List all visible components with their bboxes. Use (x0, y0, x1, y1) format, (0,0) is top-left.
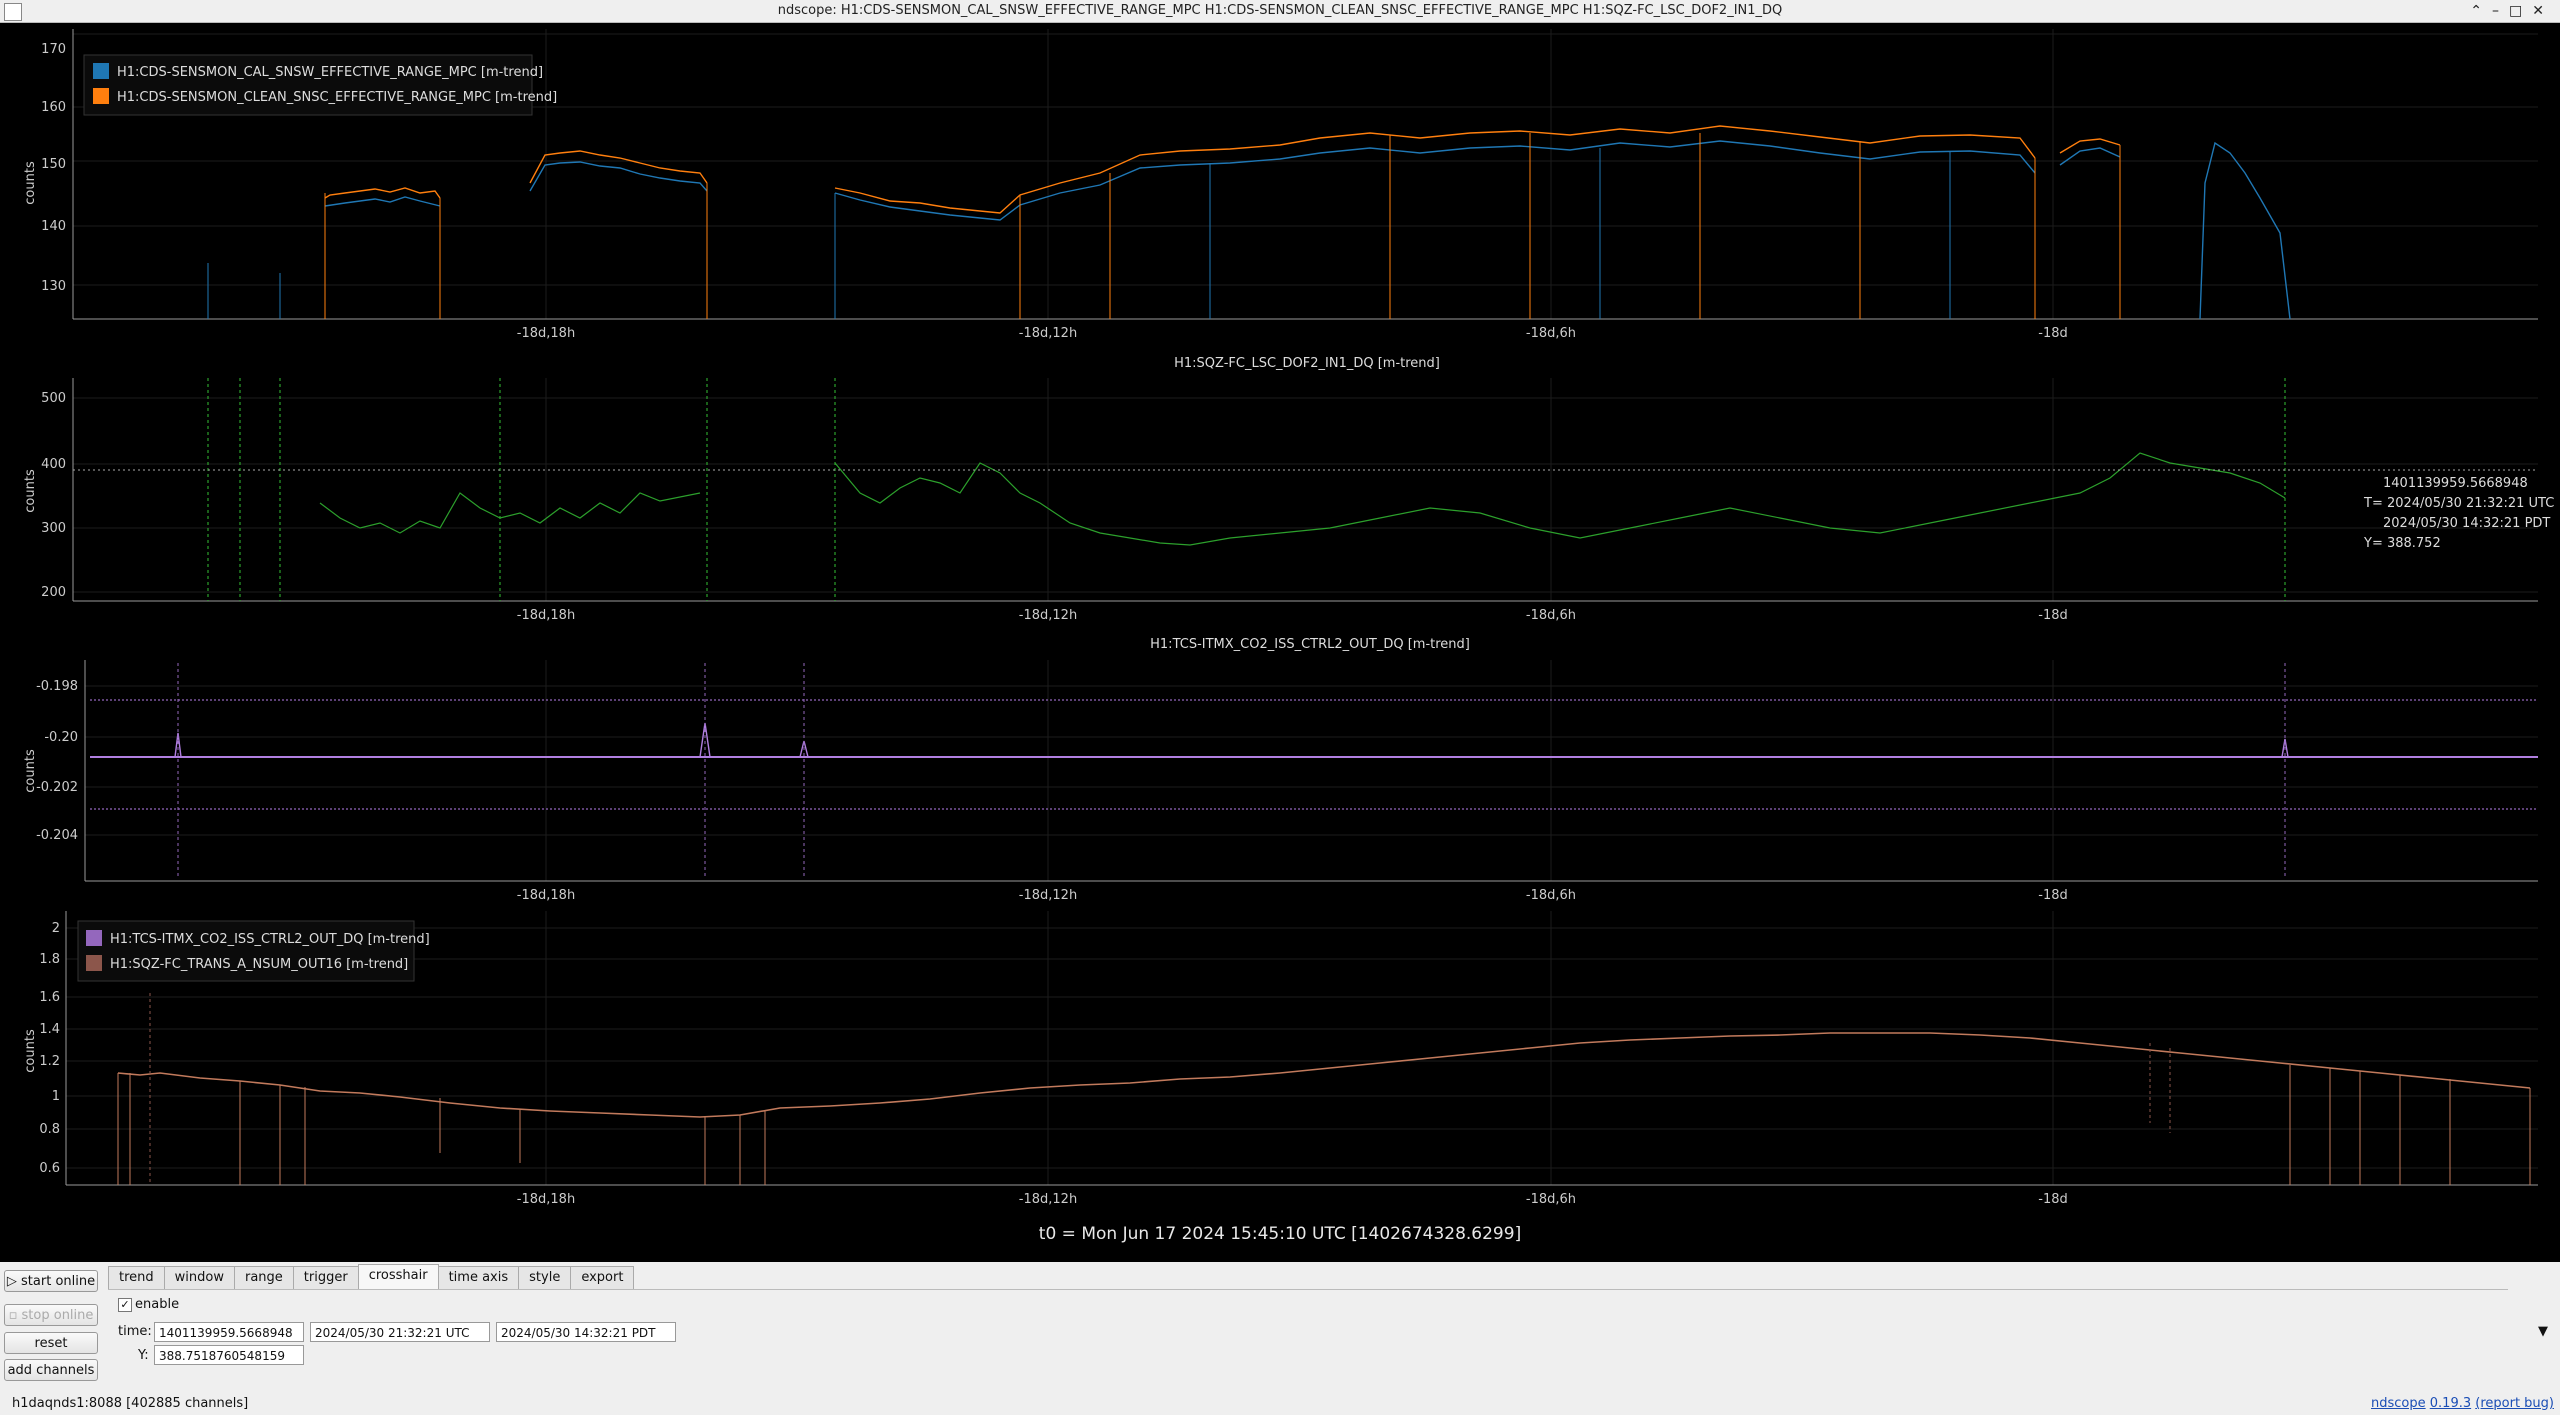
plot4-xtick: -18d,6h (1526, 1192, 1576, 1207)
legend-entry: H1:CDS-SENSMON_CLEAN_SNSC_EFFECTIVE_RANG… (117, 90, 557, 105)
version-info: ndscope 0.19.3 (report bug) (2371, 1396, 2554, 1411)
version-link[interactable]: 0.19.3 (2430, 1396, 2471, 1411)
legend-swatch (93, 63, 109, 79)
y-label: Y: (138, 1348, 149, 1363)
crosshair-panel: ✓ enable time: 1401139959.5668948 2024/0… (108, 1289, 2508, 1390)
control-panel: ▷ start online ▫ stop online reset add c… (0, 1262, 2560, 1415)
svg-text:T= 2024/05/30 21:32:21 UTC: T= 2024/05/30 21:32:21 UTC (2363, 496, 2554, 511)
enable-checkbox[interactable]: ✓ (118, 1298, 132, 1312)
maximize-icon[interactable]: □ (2509, 3, 2532, 19)
plot1-ytick: 170 (41, 42, 66, 57)
plot1-xtick: -18d,18h (517, 326, 575, 341)
plot4-ytick: 1 (52, 1089, 60, 1104)
plot3-xtick: -18d,18h (517, 888, 575, 903)
plot2-ylabel: counts (23, 469, 38, 513)
svg-text:Y= 388.752: Y= 388.752 (2363, 536, 2441, 551)
tab-trend[interactable]: trend (108, 1266, 165, 1289)
tab-window[interactable]: window (163, 1266, 235, 1289)
plot4-ytick: 1.2 (39, 1054, 60, 1069)
plot3-xtick: -18d,12h (1019, 888, 1077, 903)
plot2-xtick: -18d,12h (1019, 608, 1077, 623)
plot4-xtick: -18d,18h (517, 1192, 575, 1207)
tab-crosshair[interactable]: crosshair (357, 1264, 439, 1289)
plot4-ytick: 1.4 (39, 1022, 60, 1037)
stop-icon: ▫ (8, 1308, 22, 1323)
enable-label: enable (135, 1297, 180, 1312)
plot3-ytick: -0.202 (36, 780, 78, 795)
plot3-ytick: -0.20 (44, 730, 78, 745)
plot4-ytick: 1.6 (39, 990, 60, 1005)
tab-style[interactable]: style (518, 1266, 572, 1289)
plot1-xtick: -18d (2038, 326, 2068, 341)
plot4-ytick: 0.8 (39, 1122, 60, 1137)
status-server: h1daqnds1:8088 [402885 channels] (12, 1396, 249, 1411)
window-title: ndscope: H1:CDS-SENSMON_CAL_SNSW_EFFECTI… (777, 3, 1783, 18)
utc-time-field[interactable]: 2024/05/30 21:32:21 UTC (310, 1322, 490, 1342)
panel-collapse-icon[interactable]: ▼ (2538, 1324, 2548, 1339)
legend-swatch (86, 930, 102, 946)
report-bug-link[interactable]: (report bug) (2475, 1396, 2554, 1411)
minimize-icon[interactable]: – (2492, 3, 2509, 19)
plot2-xtick: -18d,6h (1526, 608, 1576, 623)
window-controls: ⌃–□✕ (2470, 0, 2554, 22)
plot1-ytick: 160 (41, 100, 66, 115)
play-icon: ▷ (6, 1274, 22, 1289)
plot2-ytick: 500 (41, 391, 66, 406)
plot1-ytick: 140 (41, 219, 66, 234)
app-icon (4, 3, 22, 21)
plot3-xtick: -18d,6h (1526, 888, 1576, 903)
plot2-ytick: 200 (41, 585, 66, 600)
tab-range[interactable]: range (233, 1266, 294, 1289)
stop-online-button[interactable]: ▫ stop online (4, 1304, 98, 1326)
plot4-xtick: -18d,12h (1019, 1192, 1077, 1207)
tab-export[interactable]: export (570, 1266, 635, 1289)
plot1-xtick: -18d,12h (1019, 326, 1077, 341)
pdt-time-field[interactable]: 2024/05/30 14:32:21 PDT (496, 1322, 676, 1342)
plot4-ylabel: counts (23, 1029, 38, 1073)
plot4-ytick: 0.6 (39, 1161, 60, 1176)
time-label: time: (118, 1324, 152, 1339)
plot2-xtick: -18d (2038, 608, 2068, 623)
legend-swatch (93, 88, 109, 104)
plot3-title: H1:TCS-ITMX_CO2_ISS_CTRL2_OUT_DQ [m-tren… (1150, 637, 1470, 652)
t0-label: t0 = Mon Jun 17 2024 15:45:10 UTC [14026… (1038, 1224, 1522, 1244)
plot1-xtick: -18d,6h (1526, 326, 1576, 341)
tab-trigger[interactable]: trigger (292, 1266, 359, 1289)
plot2-ytick: 300 (41, 521, 66, 536)
add-channels-button[interactable]: add channels (4, 1359, 98, 1381)
reset-button[interactable]: reset (4, 1332, 98, 1354)
legend-entry: H1:CDS-SENSMON_CAL_SNSW_EFFECTIVE_RANGE_… (117, 65, 543, 80)
plot4-xtick: -18d (2038, 1192, 2068, 1207)
plot4-ytick: 1.8 (39, 952, 60, 967)
tab-time-axis[interactable]: time axis (437, 1266, 520, 1289)
plot3-ytick: -0.198 (36, 679, 78, 694)
plot3-ytick: -0.204 (36, 828, 78, 843)
plot4-legend[interactable]: H1:TCS-ITMX_CO2_ISS_CTRL2_OUT_DQ [m-tren… (77, 920, 430, 982)
plot1-ytick: 150 (41, 157, 66, 172)
ndscope-link[interactable]: ndscope (2371, 1396, 2426, 1411)
plot2-ytick: 400 (41, 457, 66, 472)
plot-1[interactable]: 170 160 150 140 130 counts -18d,18h -18d… (23, 29, 2538, 341)
plot3-xtick: -18d (2038, 888, 2068, 903)
legend-swatch (86, 955, 102, 971)
plot1-legend[interactable]: H1:CDS-SENSMON_CAL_SNSW_EFFECTIVE_RANGE_… (83, 54, 557, 116)
close-icon[interactable]: ✕ (2532, 3, 2554, 19)
legend-entry: H1:TCS-ITMX_CO2_ISS_CTRL2_OUT_DQ [m-tren… (110, 932, 430, 947)
legend-entry: H1:SQZ-FC_TRANS_A_NSUM_OUT16 [m-trend] (110, 957, 408, 972)
start-online-button[interactable]: ▷ start online (4, 1270, 98, 1292)
plot2-xtick: -18d,18h (517, 608, 575, 623)
plot4-ytick: 2 (52, 921, 60, 936)
gps-time-field[interactable]: 1401139959.5668948 (154, 1322, 304, 1342)
plot-area[interactable]: 170 160 150 140 130 counts -18d,18h -18d… (0, 23, 2560, 1223)
plot1-ylabel: counts (23, 161, 38, 205)
window-titlebar: ndscope: H1:CDS-SENSMON_CAL_SNSW_EFFECTI… (0, 0, 2560, 23)
tab-bar: trend window range trigger crosshair tim… (108, 1264, 635, 1289)
svg-text:2024/05/30 14:32:21 PDT: 2024/05/30 14:32:21 PDT (2383, 516, 2550, 531)
keep-above-icon[interactable]: ⌃ (2470, 3, 2492, 19)
plot2-title: H1:SQZ-FC_LSC_DOF2_IN1_DQ [m-trend] (1174, 356, 1440, 371)
plot3-ylabel: counts (23, 749, 38, 793)
plot1-ytick: 130 (41, 279, 66, 294)
svg-text:1401139959.5668948: 1401139959.5668948 (2383, 476, 2528, 491)
y-value-field[interactable]: 388.7518760548159 (154, 1345, 304, 1365)
